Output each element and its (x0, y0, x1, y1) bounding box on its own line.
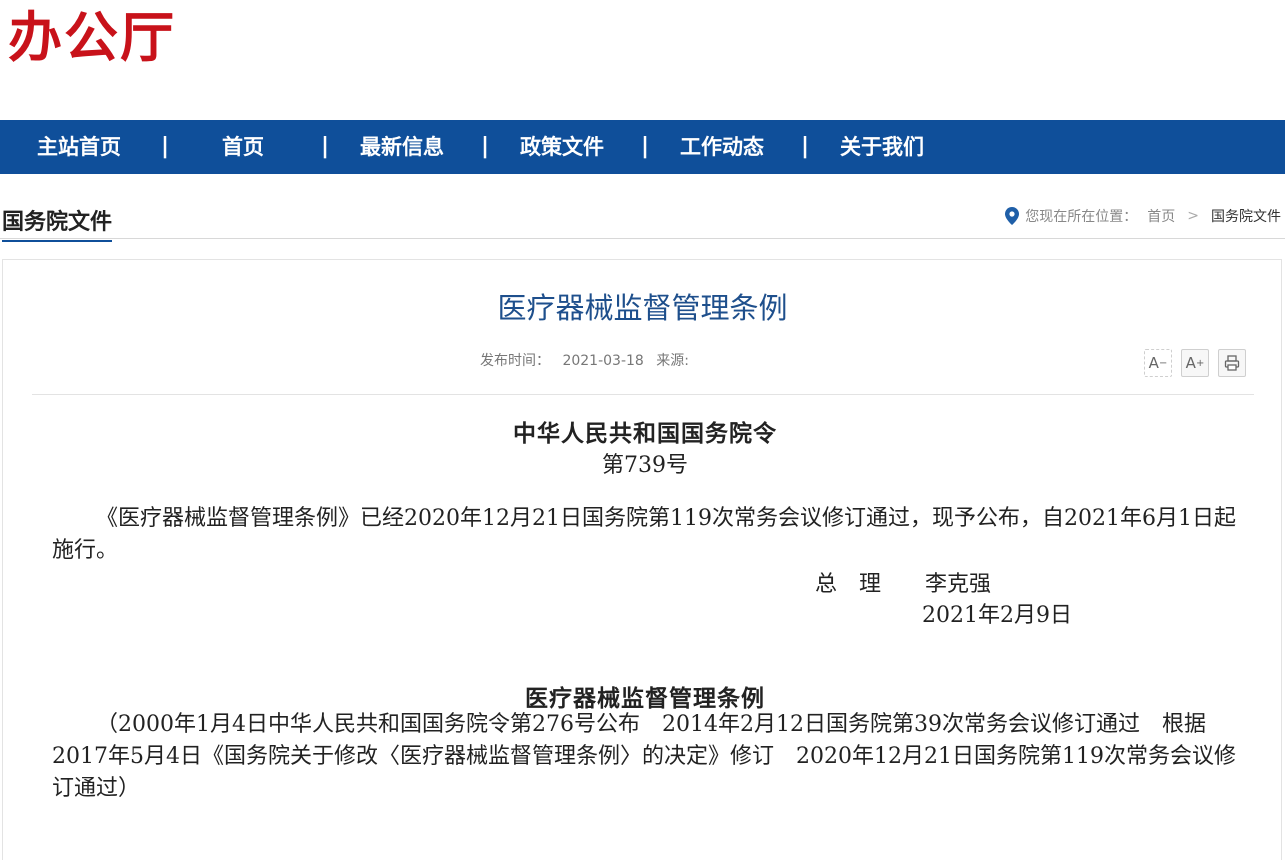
printer-icon (1224, 355, 1240, 371)
breadcrumb-home-link[interactable]: 首页 (1147, 206, 1175, 226)
section-title: 国务院文件 (2, 204, 113, 242)
signer: 总 理 李克强 (815, 572, 992, 597)
source-label: 来源: (656, 353, 689, 369)
nav-separator: | (161, 134, 170, 159)
decree-heading: 中华人民共和国国务院令 (513, 420, 777, 447)
publish-date: 2021-03-18 (562, 353, 644, 369)
nav-item-home[interactable]: 首页 (222, 120, 264, 174)
sign-date: 2021年2月9日 (922, 603, 1072, 628)
breadcrumb: 您现在所在位置： 首页 > 国务院文件 (1005, 206, 1281, 226)
font-increase-icon[interactable]: A + (1181, 349, 1209, 377)
breadcrumb-prefix: 您现在所在位置： (1025, 209, 1138, 225)
article-meta: 发布时间： 2021-03-18 来源: (480, 350, 697, 370)
nav-item-main-home[interactable]: 主站首页 (37, 120, 121, 174)
breadcrumb-arrow: > (1187, 208, 1199, 224)
nav-item-about[interactable]: 关于我们 (840, 120, 924, 174)
nav-separator: | (801, 134, 810, 159)
section-header: 国务院文件 您现在所在位置： 首页 > 国务院文件 (0, 196, 1285, 242)
nav-item-work-news[interactable]: 工作动态 (680, 120, 764, 174)
article-tools: A − A + (1144, 349, 1246, 377)
print-icon[interactable] (1218, 349, 1246, 377)
main-nav: 主站首页 | 首页 | 最新信息 | 政策文件 | 工作动态 | 关于我们 (0, 120, 1285, 174)
nav-separator: | (321, 134, 330, 159)
regulation-title: 医疗器械监督管理条例 (525, 685, 765, 712)
nav-item-policy[interactable]: 政策文件 (520, 120, 604, 174)
font-decrease-icon[interactable]: A − (1144, 349, 1172, 377)
location-pin-icon (1005, 207, 1020, 225)
article-title: 医疗器械监督管理条例 (497, 291, 788, 325)
nav-separator: | (641, 134, 650, 159)
breadcrumb-current[interactable]: 国务院文件 (1211, 206, 1281, 226)
publish-label: 发布时间： (480, 353, 550, 369)
nav-item-latest[interactable]: 最新信息 (360, 120, 444, 174)
regulation-history: （2000年1月4日中华人民共和国国务院令第276号公布 2014年2月12日国… (52, 712, 1236, 801)
nav-separator: | (481, 134, 490, 159)
site-logo[interactable]: 办公厅 (8, 6, 176, 70)
divider (32, 394, 1254, 395)
decree-number: 第739号 (602, 453, 688, 478)
decree-paragraph: 《医疗器械监督管理条例》已经2020年12月21日国务院第119次常务会议修订通… (52, 506, 1236, 563)
